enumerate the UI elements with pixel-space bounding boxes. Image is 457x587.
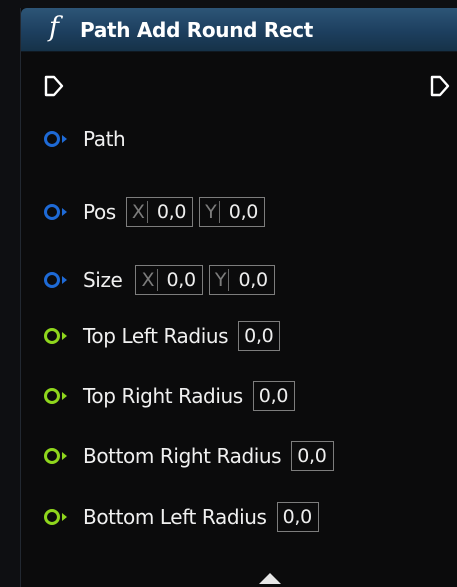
float-pin-icon[interactable]: [43, 386, 69, 406]
pos-y-value: 0,0: [228, 201, 259, 223]
pin-pos[interactable]: Pos X 0,0 Y 0,0: [43, 197, 266, 227]
float-pin-icon[interactable]: [43, 326, 69, 346]
node-title: Path Add Round Rect: [80, 18, 314, 42]
pos-x-field[interactable]: X 0,0: [125, 197, 194, 227]
object-pin-icon[interactable]: [43, 129, 69, 149]
size-y-field[interactable]: Y 0,0: [208, 265, 275, 295]
top-left-radius-value: 0,0: [244, 325, 274, 347]
function-icon: f: [49, 12, 59, 43]
pin-label-top-left-radius: Top Left Radius: [83, 324, 229, 348]
pin-label-bottom-right-radius: Bottom Right Radius: [83, 444, 282, 468]
pin-bottom-left-radius[interactable]: Bottom Left Radius 0,0: [43, 502, 319, 532]
x-axis-label: X: [131, 201, 145, 223]
expand-arrow-icon[interactable]: [259, 573, 281, 584]
pin-bottom-right-radius[interactable]: Bottom Right Radius 0,0: [43, 441, 334, 471]
pos-y-field[interactable]: Y 0,0: [199, 197, 266, 227]
size-x-field[interactable]: X 0,0: [135, 265, 203, 295]
top-right-radius-value: 0,0: [258, 385, 289, 407]
bottom-right-radius-field[interactable]: 0,0: [291, 441, 334, 471]
pin-label-bottom-left-radius: Bottom Left Radius: [83, 505, 267, 529]
pin-top-right-radius[interactable]: Top Right Radius 0,0: [43, 381, 296, 411]
exec-in-pin-icon[interactable]: [43, 75, 65, 97]
bottom-left-radius-value: 0,0: [282, 506, 313, 528]
bottom-right-radius-value: 0,0: [297, 445, 327, 467]
y-axis-label: Y: [205, 201, 217, 223]
size-y-value: 0,0: [238, 269, 268, 291]
top-right-radius-field[interactable]: 0,0: [252, 381, 296, 411]
vector-pin-icon[interactable]: [43, 202, 69, 222]
axis-separator: [228, 269, 230, 291]
float-pin-icon[interactable]: [43, 446, 69, 466]
bottom-left-radius-field[interactable]: 0,0: [276, 502, 319, 532]
pin-label-size: Size: [83, 268, 123, 292]
top-left-radius-field[interactable]: 0,0: [238, 321, 281, 351]
pin-top-left-radius[interactable]: Top Left Radius 0,0: [43, 321, 281, 351]
pin-label-path: Path: [83, 127, 126, 151]
exec-out-pin-icon[interactable]: [429, 75, 451, 97]
vector-pin-icon[interactable]: [43, 270, 69, 290]
x-axis-label: X: [141, 269, 155, 291]
axis-separator: [218, 201, 220, 223]
float-pin-icon[interactable]: [43, 507, 69, 527]
blueprint-node[interactable]: f Path Add Round Rect Path Pos X 0,0 Y 0…: [20, 8, 457, 587]
pin-path[interactable]: Path: [43, 124, 126, 154]
pin-size[interactable]: Size X 0,0 Y 0,0: [43, 265, 275, 295]
size-x-value: 0,0: [166, 269, 197, 291]
node-header[interactable]: f Path Add Round Rect: [21, 8, 457, 52]
pos-x-value: 0,0: [156, 201, 187, 223]
axis-separator: [156, 269, 158, 291]
pin-label-pos: Pos: [83, 200, 116, 224]
pin-label-top-right-radius: Top Right Radius: [83, 384, 243, 408]
y-axis-label: Y: [214, 269, 227, 291]
axis-separator: [146, 201, 148, 223]
